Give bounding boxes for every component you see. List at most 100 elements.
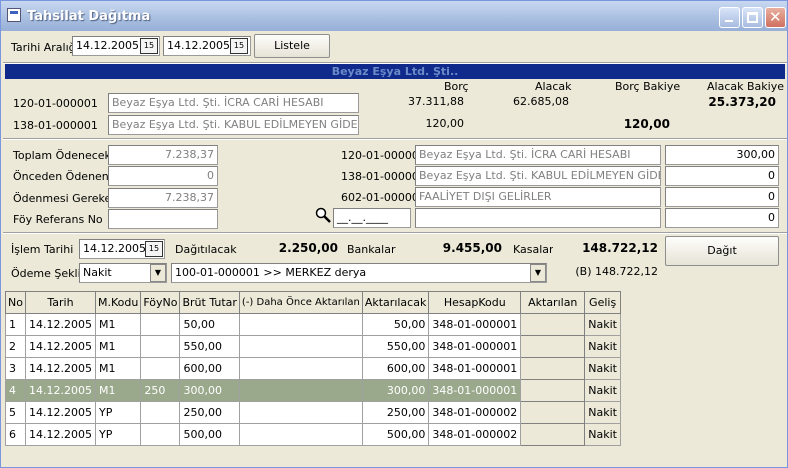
table-row[interactable]: 5 14.12.2005 YP 250,00 250,00 348-01-000002 Na… <box>5 401 621 424</box>
account-name: Beyaz Eşya Ltd. Şti. İCRA CARİ HESABI <box>415 145 661 165</box>
cell-gelis[interactable]: Nakit <box>584 335 621 358</box>
table-row[interactable]: 3 14.12.2005 M1 600,00 600,00 348-01-000001 Na… <box>5 357 621 380</box>
cell-no[interactable]: 1 <box>5 313 26 336</box>
cell-aktarilacak[interactable]: 50,00 <box>361 313 430 336</box>
cell-once[interactable] <box>238 401 363 424</box>
cell-hesap[interactable]: 348-01-000001 <box>428 357 522 380</box>
col-header[interactable]: M.Kodu <box>94 291 142 314</box>
col-header[interactable]: Tarih <box>25 291 96 314</box>
table-row[interactable]: 1 14.12.2005 M1 50,00 50,00 348-01-000001 Naki… <box>5 313 621 336</box>
cell-brut[interactable]: 250,00 <box>179 401 240 424</box>
col-borc: Borç <box>444 80 469 93</box>
cell-mkodu[interactable]: M1 <box>94 335 142 358</box>
cell-mkodu[interactable]: M1 <box>94 379 142 402</box>
col-header[interactable]: No <box>5 291 26 314</box>
col-header[interactable]: FöyNo <box>140 291 181 314</box>
cell-tarih[interactable]: 14.12.2005 <box>25 401 96 424</box>
search-icon[interactable] <box>315 207 331 223</box>
cell-mkodu[interactable]: M1 <box>94 313 142 336</box>
minimize-button[interactable] <box>719 7 740 28</box>
cell-hesap[interactable]: 348-01-000001 <box>428 335 522 358</box>
col-header[interactable]: (-) Daha Önce Aktarılan <box>238 291 363 314</box>
cell-mkodu[interactable]: M1 <box>94 357 142 380</box>
cell-aktarilan[interactable] <box>520 423 586 446</box>
islem-calendar-icon[interactable]: 15 <box>145 241 163 257</box>
odeme-dropdown-icon[interactable]: ▼ <box>150 264 166 282</box>
account-amount-input[interactable]: 0 <box>665 166 779 186</box>
kasa-dropdown-icon[interactable]: ▼ <box>530 264 546 282</box>
col-header[interactable]: Geliş <box>584 291 621 314</box>
cell-aktarilacak[interactable]: 500,00 <box>361 423 430 446</box>
cell-tarih[interactable]: 14.12.2005 <box>25 335 96 358</box>
cell-aktarilan[interactable] <box>520 357 586 380</box>
foy-input[interactable] <box>108 209 218 229</box>
cell-aktarilacak[interactable]: 600,00 <box>361 357 430 380</box>
cell-foyno[interactable] <box>140 357 181 380</box>
cell-mkodu[interactable]: YP <box>94 401 142 424</box>
cell-foyno[interactable] <box>140 401 181 424</box>
cell-tarih[interactable]: 14.12.2005 <box>25 379 96 402</box>
table-row[interactable]: 4 14.12.2005 M1 250 300,00 300,00 348-01-00000… <box>5 379 621 402</box>
col-header[interactable]: Aktarılacak <box>361 291 430 314</box>
cell-tarih[interactable]: 14.12.2005 <box>25 313 96 336</box>
cell-aktarilacak[interactable]: 250,00 <box>361 401 430 424</box>
cell-no[interactable]: 5 <box>5 401 26 424</box>
cell-once[interactable] <box>238 423 363 446</box>
cell-hesap[interactable]: 348-01-000002 <box>428 423 522 446</box>
cell-no[interactable]: 3 <box>5 357 26 380</box>
dagit-button[interactable]: Dağıt <box>665 236 779 266</box>
cell-hesap[interactable]: 348-01-000001 <box>428 379 522 402</box>
cell-hesap[interactable]: 348-01-000001 <box>428 313 522 336</box>
cell-aktarilacak[interactable]: 300,00 <box>361 379 430 402</box>
table-row[interactable]: 6 14.12.2005 YP 500,00 500,00 348-01-000002 Na… <box>5 423 621 446</box>
cell-aktarilan[interactable] <box>520 379 586 402</box>
cell-once[interactable] <box>238 335 363 358</box>
cell-brut[interactable]: 500,00 <box>179 423 240 446</box>
cell-tarih[interactable]: 14.12.2005 <box>25 357 96 380</box>
date-to-calendar-icon[interactable]: 15 <box>230 38 248 54</box>
title-bar[interactable]: Tahsilat Dağıtma ✕ <box>1 1 787 31</box>
cell-foyno[interactable] <box>140 335 181 358</box>
table-row[interactable]: 2 14.12.2005 M1 550,00 550,00 348-01-000001 Na… <box>5 335 621 358</box>
col-header[interactable]: Aktarılan <box>520 291 586 314</box>
cell-aktarilan[interactable] <box>520 313 586 336</box>
col-header[interactable]: Brüt Tutar <box>179 291 240 314</box>
balance-alacak-bakiye <box>675 115 779 135</box>
close-button[interactable]: ✕ <box>765 7 786 28</box>
col-header[interactable]: HesapKodu <box>428 291 522 314</box>
cell-foyno[interactable] <box>140 313 181 336</box>
account-amount-input[interactable]: 0 <box>665 208 779 228</box>
cell-brut[interactable]: 600,00 <box>179 357 240 380</box>
cell-once[interactable] <box>238 313 363 336</box>
cell-gelis[interactable]: Nakit <box>584 401 621 424</box>
cell-gelis[interactable]: Nakit <box>584 379 621 402</box>
cell-no[interactable]: 4 <box>5 379 26 402</box>
cell-brut[interactable]: 550,00 <box>179 335 240 358</box>
cell-no[interactable]: 2 <box>5 335 26 358</box>
cell-tarih[interactable]: 14.12.2005 <box>25 423 96 446</box>
cell-gelis[interactable]: Nakit <box>584 357 621 380</box>
account-amount-input[interactable]: 0 <box>665 187 779 207</box>
cell-hesap[interactable]: 348-01-000002 <box>428 401 522 424</box>
cell-mkodu[interactable]: YP <box>94 423 142 446</box>
kasa-account-select[interactable]: 100-01-000001 >> MERKEZ derya <box>171 263 547 283</box>
balance-code: 138-01-000001 <box>13 119 98 132</box>
cell-foyno[interactable]: 250 <box>140 379 181 402</box>
cell-no[interactable]: 6 <box>5 423 26 446</box>
account-amount-input[interactable]: 300,00 <box>665 145 779 165</box>
cell-aktarilan[interactable] <box>520 401 586 424</box>
date-range-label: Tarihi Aralığı <box>11 41 79 54</box>
list-button[interactable]: Listele <box>254 34 330 58</box>
account-code-input[interactable]: __.__.____ <box>333 208 411 228</box>
cell-once[interactable] <box>238 379 363 402</box>
date-from-calendar-icon[interactable]: 15 <box>140 38 158 54</box>
cell-once[interactable] <box>238 357 363 380</box>
cell-aktarilan[interactable] <box>520 335 586 358</box>
cell-brut[interactable]: 300,00 <box>179 379 240 402</box>
cell-brut[interactable]: 50,00 <box>179 313 240 336</box>
maximize-button[interactable] <box>742 7 763 28</box>
cell-foyno[interactable] <box>140 423 181 446</box>
cell-gelis[interactable]: Nakit <box>584 313 621 336</box>
cell-aktarilacak[interactable]: 550,00 <box>361 335 430 358</box>
cell-gelis[interactable]: Nakit <box>584 423 621 446</box>
